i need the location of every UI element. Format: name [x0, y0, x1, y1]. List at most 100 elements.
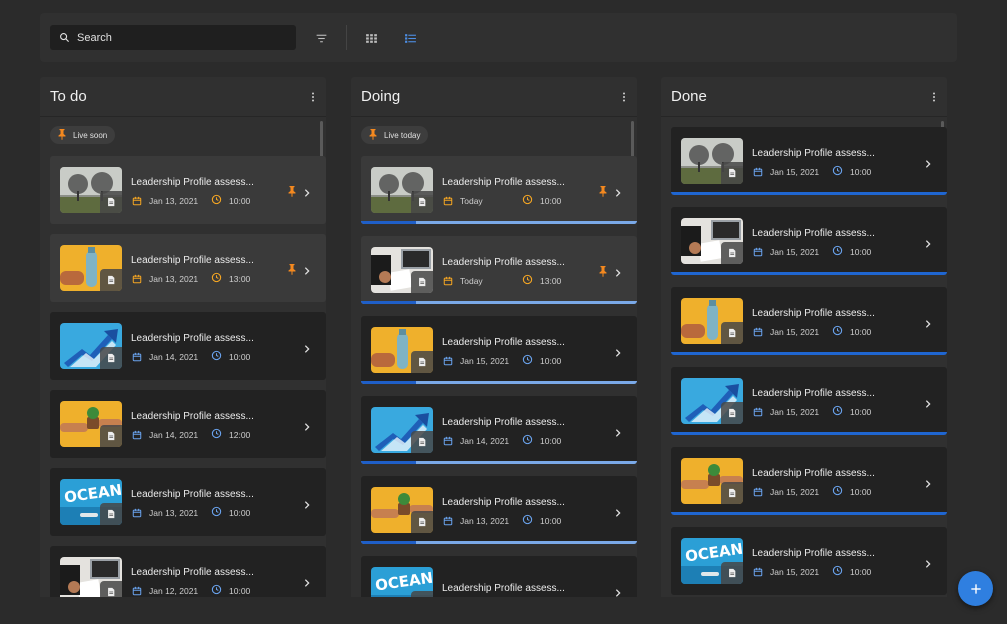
task-card[interactable]: OCEAN Leadership Profile assess... Jan 1… [671, 527, 947, 595]
pin-icon[interactable] [597, 264, 609, 277]
task-card[interactable]: OCEAN Leadership Profile assess... [361, 556, 637, 597]
task-card[interactable]: Leadership Profile assess... Jan 15, 202… [671, 447, 947, 515]
chevron-right-icon[interactable] [302, 497, 312, 509]
task-card[interactable]: Leadership Profile assess... Jan 15, 202… [671, 367, 947, 435]
task-thumbnail [681, 218, 743, 264]
chevron-right-icon[interactable] [302, 185, 312, 197]
pin-icon[interactable] [286, 184, 298, 197]
task-time: 13:00 [540, 275, 562, 286]
clock-icon [211, 272, 222, 283]
more-vert-icon[interactable] [616, 89, 632, 105]
pin-icon[interactable] [286, 262, 298, 275]
progress-bar [671, 192, 947, 195]
filter-icon[interactable] [312, 29, 330, 47]
chevron-right-icon[interactable] [302, 341, 312, 353]
document-icon [729, 488, 736, 498]
document-icon [419, 437, 426, 447]
chevron-right-icon[interactable] [923, 476, 933, 488]
task-card[interactable]: Leadership Profile assess... Jan 15, 202… [361, 316, 637, 384]
task-card[interactable]: Leadership Profile assess... Jan 15, 202… [671, 127, 947, 195]
task-thumbnail [60, 401, 122, 447]
task-card[interactable]: Leadership Profile assess... Jan 13, 202… [361, 476, 637, 544]
task-title: Leadership Profile assess... [752, 308, 875, 319]
progress-track [361, 381, 637, 384]
chevron-right-icon[interactable] [613, 345, 623, 357]
task-title: Leadership Profile assess... [442, 177, 565, 188]
task-card[interactable]: Leadership Profile assess... Jan 13, 202… [50, 234, 326, 302]
progress-bar [671, 432, 947, 435]
document-badge [721, 322, 743, 344]
task-thumbnail [681, 458, 743, 504]
task-meta: Jan 15, 2021 10:00 [753, 325, 871, 338]
task-card[interactable]: Leadership Profile assess... Jan 14, 202… [361, 396, 637, 464]
task-date: Today [460, 275, 483, 286]
progress-track [361, 541, 637, 544]
chevron-right-icon[interactable] [302, 263, 312, 275]
chevron-right-icon[interactable] [923, 316, 933, 328]
chevron-right-icon[interactable] [923, 556, 933, 568]
task-card[interactable]: Leadership Profile assess... Today 13:00 [361, 236, 637, 304]
calendar-icon [132, 586, 142, 595]
progress-fill [361, 541, 417, 544]
clock-icon [211, 506, 222, 517]
task-title: Leadership Profile assess... [442, 497, 565, 508]
task-card[interactable]: OCEAN Leadership Profile assess... Jan 1… [50, 468, 326, 536]
task-meta: Jan 15, 2021 10:00 [753, 485, 871, 498]
column-header: Done [661, 77, 947, 117]
clock-icon [522, 434, 533, 445]
task-time: 10:00 [850, 246, 872, 257]
task-date: Jan 14, 2021 [149, 429, 199, 440]
document-badge [100, 425, 122, 447]
task-meta: Jan 15, 2021 10:00 [753, 405, 871, 418]
grid-view-icon[interactable] [362, 29, 380, 47]
search-input[interactable]: Search [50, 25, 296, 50]
task-card[interactable]: Leadership Profile assess... Jan 14, 202… [50, 312, 326, 380]
document-badge [100, 347, 122, 369]
task-card[interactable]: Leadership Profile assess... Jan 15, 202… [671, 207, 947, 275]
chevron-right-icon[interactable] [923, 236, 933, 248]
task-date: Jan 12, 2021 [149, 585, 199, 596]
pin-icon[interactable] [597, 184, 609, 197]
chevron-right-icon[interactable] [613, 425, 623, 437]
document-icon [108, 353, 115, 363]
chevron-right-icon[interactable] [302, 419, 312, 431]
chevron-right-icon[interactable] [923, 396, 933, 408]
add-button[interactable] [958, 571, 993, 606]
document-badge [721, 162, 743, 184]
document-badge [411, 431, 433, 453]
clock-icon [211, 584, 222, 595]
task-time: 10:00 [229, 351, 251, 362]
task-card[interactable]: Leadership Profile assess... Jan 12, 202… [50, 546, 326, 597]
document-badge [100, 581, 122, 597]
clock-icon [832, 485, 843, 496]
chevron-right-icon[interactable] [302, 575, 312, 587]
task-card[interactable]: Leadership Profile assess... Jan 14, 202… [50, 390, 326, 458]
chevron-right-icon[interactable] [923, 156, 933, 168]
progress-fill [361, 301, 417, 304]
chevron-right-icon[interactable] [613, 505, 623, 517]
progress-track [361, 301, 637, 304]
task-meta: Jan 12, 2021 10:00 [132, 584, 250, 597]
list-view-icon[interactable] [401, 29, 419, 47]
task-time: 10:00 [229, 195, 251, 206]
task-card[interactable]: Leadership Profile assess... Today 10:00 [361, 156, 637, 224]
more-vert-icon[interactable] [305, 89, 321, 105]
more-vert-icon[interactable] [926, 89, 942, 105]
progress-track [361, 461, 637, 464]
chevron-right-icon[interactable] [613, 185, 623, 197]
task-date: Jan 14, 2021 [149, 351, 199, 362]
task-card[interactable]: Leadership Profile assess... Jan 15, 202… [671, 287, 947, 355]
task-meta: Jan 13, 2021 13:00 [132, 272, 250, 285]
progress-bar [671, 512, 947, 515]
task-card[interactable]: Leadership Profile assess... Jan 13, 202… [50, 156, 326, 224]
chevron-right-icon[interactable] [613, 265, 623, 277]
column-header: To do [40, 77, 326, 117]
task-time: 10:00 [850, 486, 872, 497]
task-time: 10:00 [229, 507, 251, 518]
task-title: Leadership Profile assess... [752, 148, 875, 159]
task-thumbnail [371, 487, 433, 533]
calendar-icon [443, 196, 453, 205]
chevron-right-icon[interactable] [613, 585, 623, 597]
document-icon [419, 357, 426, 367]
task-meta: Jan 13, 2021 10:00 [443, 514, 561, 527]
